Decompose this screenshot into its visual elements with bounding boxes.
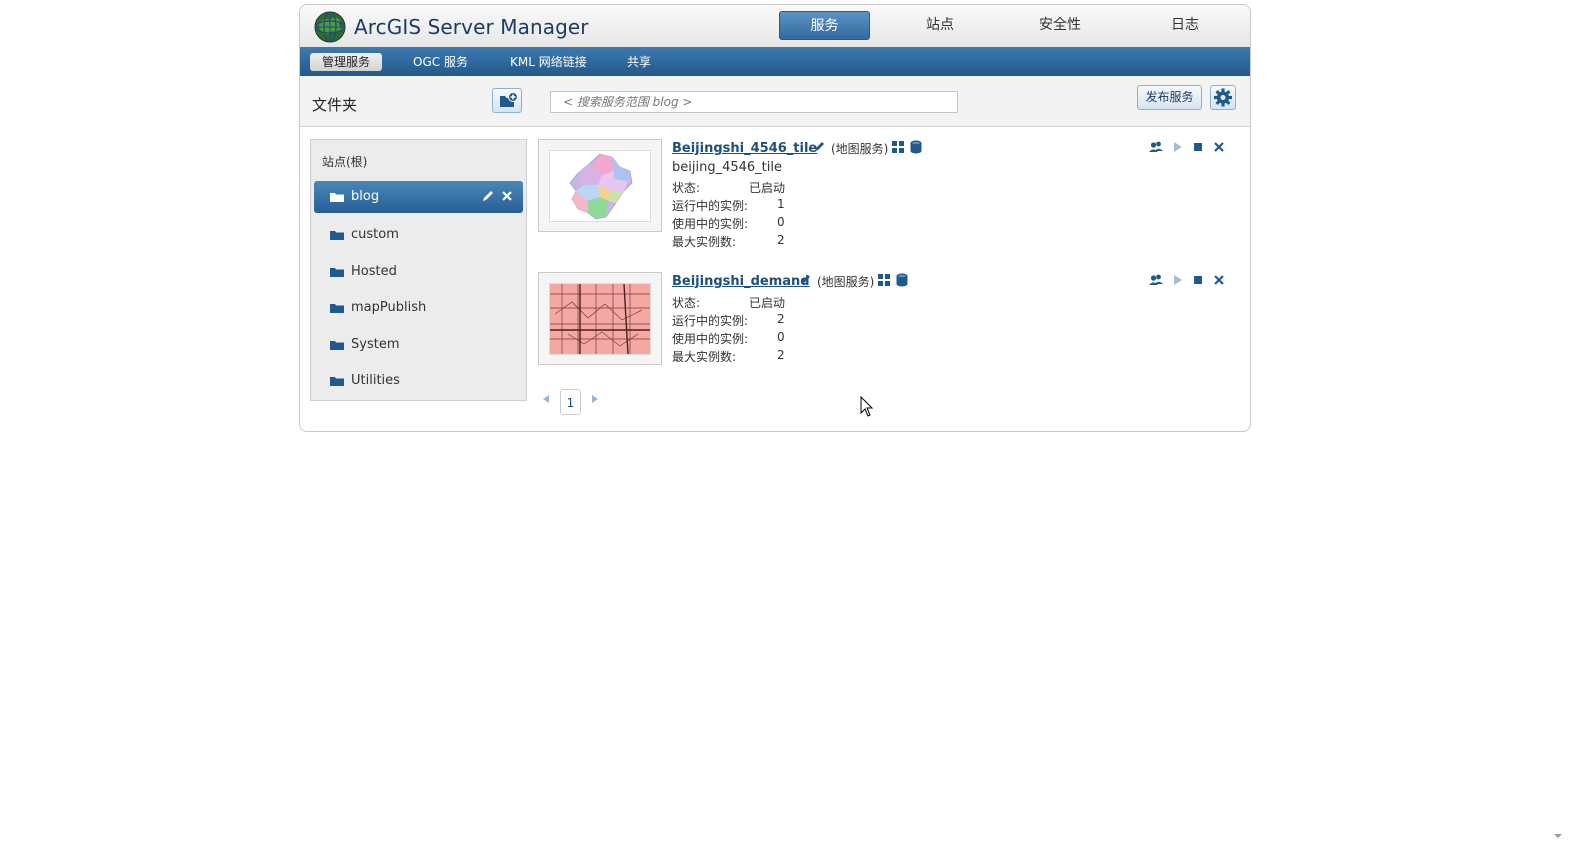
folder-icon — [330, 304, 344, 313]
subtab-manage-services[interactable]: 管理服务 — [310, 53, 383, 71]
folder-item-custom[interactable]: custom — [314, 219, 523, 251]
delete-service-icon[interactable] — [1211, 139, 1227, 155]
pager-next-icon[interactable] — [590, 394, 600, 404]
start-service-icon[interactable] — [1170, 139, 1186, 155]
tab-site[interactable]: 站点 — [900, 11, 980, 40]
inuse-instances-label: 使用中的实例: — [672, 217, 749, 231]
max-instances-label: 最大实例数: — [672, 235, 737, 249]
status-label: 状态: — [672, 181, 701, 195]
database-icon — [896, 273, 908, 287]
max-instances-label: 最大实例数: — [672, 350, 737, 364]
folder-label: blog — [351, 189, 380, 204]
delete-folder-icon[interactable] — [500, 189, 514, 203]
folder-icon — [330, 268, 344, 277]
service-type: (地图服务) — [817, 275, 875, 289]
tab-logs[interactable]: 日志 — [1145, 11, 1225, 40]
start-service-icon[interactable] — [1170, 272, 1186, 288]
add-folder-icon — [500, 92, 518, 107]
sub-navigation: 管理服务 OGC 服务 KML 网络链接 共享 — [300, 47, 1250, 76]
service-name-link[interactable]: Beijingshi_4546_tile — [672, 141, 817, 156]
permissions-users-icon[interactable] — [1148, 272, 1164, 288]
folder-title: 文件夹 — [312, 96, 358, 114]
service-thumbnail[interactable] — [538, 139, 662, 232]
site-root-item[interactable]: 站点(根) — [322, 153, 367, 170]
running-instances-value: 1 — [777, 197, 785, 211]
stop-service-icon[interactable] — [1190, 139, 1206, 155]
folder-item-hosted[interactable]: Hosted — [314, 256, 523, 288]
tiled-cache-icon — [878, 274, 890, 286]
inuse-instances-value: 0 — [777, 330, 785, 344]
folder-item-system[interactable]: System — [314, 329, 523, 361]
inuse-instances-value: 0 — [777, 215, 785, 229]
folder-icon — [330, 341, 344, 350]
app-title: ArcGIS Server Manager — [354, 15, 589, 39]
toolbar: 文件夹 发布服务 — [300, 76, 1250, 127]
app-header: ArcGIS Server Manager 服务 站点 安全性 日志 — [300, 5, 1250, 47]
tab-security[interactable]: 安全性 — [1020, 11, 1100, 40]
max-instances-value: 2 — [777, 233, 785, 247]
folder-label: mapPublish — [351, 300, 427, 315]
inuse-instances-label: 使用中的实例: — [672, 332, 749, 346]
subtab-sharing[interactable]: 共享 — [615, 53, 663, 71]
folder-label: Utilities — [351, 373, 400, 388]
publish-service-button[interactable]: 发布服务 — [1137, 85, 1202, 110]
service-type: (地图服务) — [831, 142, 889, 156]
edit-service-icon[interactable] — [800, 273, 812, 285]
add-folder-button[interactable] — [492, 88, 522, 113]
pager-prev-icon[interactable] — [541, 394, 551, 404]
edit-service-icon[interactable] — [814, 140, 826, 152]
folder-item-blog[interactable]: blog — [314, 181, 523, 213]
service-subtitle: beijing_4546_tile — [672, 160, 782, 175]
status-value: 已启动 — [749, 181, 786, 195]
subtab-ogc-services[interactable]: OGC 服务 — [401, 53, 480, 71]
settings-button[interactable] — [1210, 85, 1236, 110]
beijing-districts-map-image — [569, 153, 633, 220]
permissions-users-icon[interactable] — [1148, 139, 1164, 155]
tiled-cache-icon — [892, 141, 904, 153]
stop-service-icon[interactable] — [1190, 272, 1206, 288]
folder-item-utilities[interactable]: Utilities — [314, 365, 523, 397]
edit-folder-icon[interactable] — [481, 189, 495, 203]
running-instances-value: 2 — [777, 312, 785, 326]
running-instances-label: 运行中的实例: — [672, 314, 749, 328]
app-window: ArcGIS Server Manager 服务 站点 安全性 日志 管理服务 … — [299, 4, 1251, 432]
folder-icon — [330, 377, 344, 386]
delete-service-icon[interactable] — [1211, 272, 1227, 288]
service-thumbnail[interactable] — [538, 272, 662, 365]
status-value: 已启动 — [749, 296, 786, 310]
database-icon — [910, 140, 922, 154]
tab-services[interactable]: 服务 — [779, 11, 870, 40]
search-input[interactable] — [550, 91, 958, 113]
service-name-link[interactable]: Beijingshi_demand — [672, 274, 810, 289]
folder-label: custom — [351, 227, 399, 242]
folder-icon — [330, 193, 344, 202]
scroll-down-arrow-icon[interactable] — [1553, 832, 1563, 840]
running-instances-label: 运行中的实例: — [672, 199, 749, 213]
gear-icon — [1214, 88, 1232, 107]
status-label: 状态: — [672, 296, 701, 310]
max-instances-value: 2 — [777, 348, 785, 362]
folder-label: Hosted — [351, 264, 397, 279]
mouse-cursor-icon — [860, 396, 874, 417]
demand-grid-map-image — [550, 284, 650, 354]
globe-logo-icon — [314, 11, 346, 43]
subtab-kml-links[interactable]: KML 网络链接 — [498, 53, 599, 71]
pager-page-button[interactable]: 1 — [560, 389, 581, 415]
folder-label: System — [351, 337, 400, 352]
folder-item-mappublish[interactable]: mapPublish — [314, 292, 523, 324]
folder-sidebar: 站点(根) blog custom Hosted mapPublish Syst… — [310, 139, 527, 401]
folder-icon — [330, 231, 344, 240]
